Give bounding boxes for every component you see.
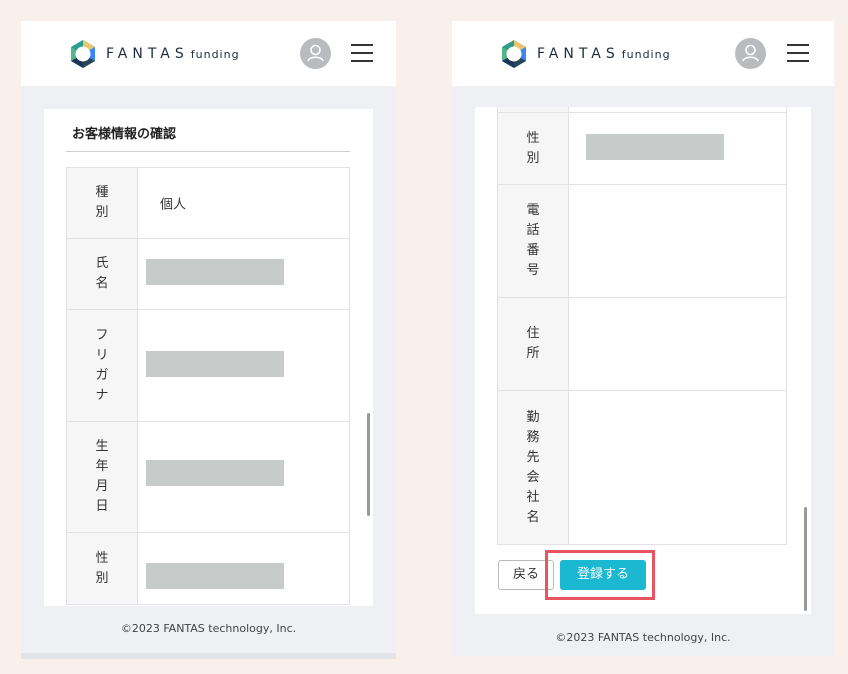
redacted-value bbox=[146, 460, 284, 486]
header: FANTAS funding bbox=[452, 21, 834, 86]
user-avatar-icon[interactable] bbox=[735, 38, 766, 69]
table-row: 住所 bbox=[497, 297, 787, 391]
footer-copyright: ©2023 FANTAS technology, Inc. bbox=[555, 631, 731, 644]
hamburger-menu-icon[interactable] bbox=[787, 44, 809, 63]
logo-text: FANTAS bbox=[537, 46, 620, 62]
row-label-gender: 性別 bbox=[95, 550, 109, 586]
section-title: お客様情報の確認 bbox=[72, 127, 177, 142]
user-avatar-icon[interactable] bbox=[300, 38, 331, 69]
table-row: 性別 bbox=[497, 112, 787, 185]
row-label-phone: 電話番号 bbox=[526, 203, 540, 278]
row-value-type: 個人 bbox=[160, 197, 187, 213]
table-row: 勤務先会社名 bbox=[497, 390, 787, 545]
row-label-type: 種別 bbox=[95, 185, 109, 220]
logo-text: FANTAS bbox=[106, 46, 189, 62]
customer-info-table: 種別 個人 氏名 フリガナ 生年月日 性別 bbox=[66, 167, 350, 605]
bottom-strip bbox=[21, 653, 396, 659]
row-label-furigana: フリガナ bbox=[95, 327, 109, 403]
scrollbar[interactable] bbox=[804, 507, 807, 611]
table-row: 電話番号 bbox=[497, 184, 787, 298]
logo-sub-text: funding bbox=[190, 47, 240, 61]
redacted-value bbox=[146, 259, 284, 285]
fantas-logo-icon bbox=[71, 40, 95, 68]
table-row: 氏名 bbox=[66, 238, 350, 310]
table-row: フリガナ bbox=[66, 309, 350, 422]
row-label-gender: 性別 bbox=[526, 130, 540, 166]
customer-info-card: お客様情報の確認 種別 個人 氏名 フリガナ 生年月日 性別 bbox=[44, 109, 373, 606]
fantas-logo[interactable]: FANTAS funding bbox=[498, 38, 671, 70]
fantas-logo[interactable]: FANTAS funding bbox=[67, 38, 240, 70]
row-label-employer: 勤務先会社名 bbox=[526, 409, 540, 525]
customer-info-card: 性別 電話番号 住所 勤務先会社名 bbox=[475, 107, 811, 614]
redacted-value bbox=[146, 351, 284, 377]
row-label-birthdate: 生年月日 bbox=[95, 439, 109, 514]
logo-sub-text: funding bbox=[621, 47, 671, 61]
fantas-logo-icon bbox=[502, 40, 526, 68]
row-label-address: 住所 bbox=[526, 326, 540, 361]
redacted-value bbox=[146, 563, 284, 589]
right-phone-screen: FANTAS funding 性別 電話番号 住所 勤務先会社名 戻る 登録する… bbox=[452, 21, 834, 656]
left-phone-screen: FANTAS funding お客様情報の確認 種別 個人 氏名 フリガナ 生年… bbox=[21, 21, 396, 659]
table-row: 性別 bbox=[66, 532, 350, 605]
title-divider bbox=[66, 151, 350, 152]
register-button-highlight bbox=[545, 550, 655, 600]
header: FANTAS funding bbox=[21, 21, 396, 86]
hamburger-menu-icon[interactable] bbox=[351, 44, 373, 63]
customer-info-table: 性別 電話番号 住所 勤務先会社名 bbox=[497, 107, 787, 545]
table-row: 生年月日 bbox=[66, 421, 350, 533]
scrollbar[interactable] bbox=[367, 413, 370, 516]
table-row: 種別 個人 bbox=[66, 167, 350, 239]
footer-copyright: ©2023 FANTAS technology, Inc. bbox=[120, 622, 297, 635]
row-label-name: 氏名 bbox=[95, 256, 109, 291]
redacted-value bbox=[586, 134, 724, 160]
